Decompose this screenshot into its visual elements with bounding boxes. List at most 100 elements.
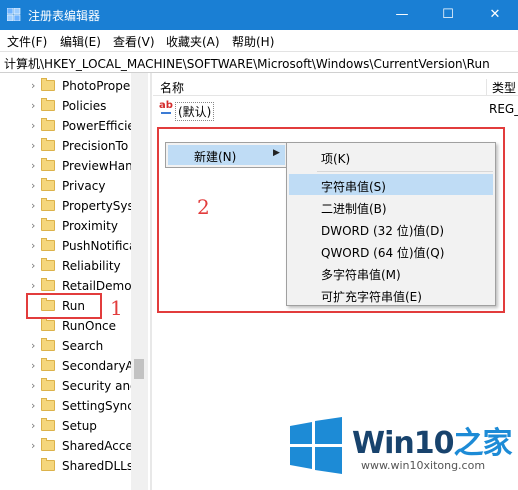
folder-icon xyxy=(41,218,55,231)
tree-item[interactable]: › Security and xyxy=(0,376,150,396)
pane-splitter[interactable] xyxy=(150,73,152,490)
folder-icon xyxy=(41,178,55,191)
folder-icon xyxy=(41,418,55,431)
chevron-right-icon[interactable]: › xyxy=(31,239,35,252)
value-type: REG_ xyxy=(489,102,518,116)
folder-icon xyxy=(41,458,55,471)
tree-item[interactable]: › PropertySys xyxy=(0,196,150,216)
folder-icon xyxy=(41,198,55,211)
chevron-right-icon[interactable]: › xyxy=(31,79,35,92)
tree-item[interactable]: › Reliability xyxy=(0,256,150,276)
tree-item[interactable]: RunOnce xyxy=(0,316,150,336)
folder-icon xyxy=(41,118,55,131)
tree-item-label: SettingSync xyxy=(62,399,134,413)
annotation-step-1: 1 xyxy=(110,296,123,320)
tree-item[interactable]: › SharedAcce xyxy=(0,436,150,456)
tree-item[interactable]: › SettingSync xyxy=(0,396,150,416)
chevron-right-icon[interactable]: › xyxy=(31,339,35,352)
title-bar: 注册表编辑器 — ☐ ✕ xyxy=(0,0,518,30)
tree-item[interactable]: › Search xyxy=(0,336,150,356)
registry-icon xyxy=(7,8,21,21)
chevron-right-icon[interactable]: › xyxy=(31,159,35,172)
folder-icon xyxy=(41,358,55,371)
string-value-icon: ab xyxy=(159,100,173,114)
folder-icon xyxy=(41,258,55,271)
chevron-right-icon[interactable]: › xyxy=(31,119,35,132)
chevron-right-icon[interactable]: › xyxy=(31,99,35,112)
folder-icon xyxy=(41,378,55,391)
tree-item-label: SecondaryA xyxy=(62,359,134,373)
address-bar[interactable]: 计算机\HKEY_LOCAL_MACHINE\SOFTWARE\Microsof… xyxy=(0,51,518,73)
address-path[interactable]: 计算机\HKEY_LOCAL_MACHINE\SOFTWARE\Microsof… xyxy=(4,55,490,72)
tree-scrollbar[interactable] xyxy=(131,73,148,490)
tree-item[interactable]: › Privacy xyxy=(0,176,150,196)
menu-help[interactable]: 帮助(H) xyxy=(232,33,274,50)
folder-icon xyxy=(41,158,55,171)
chevron-right-icon[interactable]: › xyxy=(31,439,35,452)
minimize-button[interactable]: — xyxy=(379,0,425,30)
chevron-right-icon[interactable]: › xyxy=(31,139,35,152)
chevron-right-icon[interactable]: › xyxy=(31,199,35,212)
folder-icon xyxy=(41,98,55,111)
menu-view[interactable]: 查看(V) xyxy=(113,33,155,50)
folder-icon xyxy=(41,278,55,291)
folder-icon xyxy=(41,318,55,331)
tree-item[interactable]: › PreviewHan xyxy=(0,156,150,176)
tree-item[interactable]: › Setup xyxy=(0,416,150,436)
chevron-right-icon[interactable]: › xyxy=(31,359,35,372)
tree-item[interactable]: › Policies xyxy=(0,96,150,116)
tree-item-label: Search xyxy=(62,339,104,353)
folder-icon xyxy=(41,238,55,251)
windows-logo-icon xyxy=(290,417,342,474)
chevron-right-icon[interactable]: › xyxy=(31,179,35,192)
menu-favorites[interactable]: 收藏夹(A) xyxy=(166,33,220,50)
tree-item-label: PrecisionTo xyxy=(62,139,129,153)
column-header: 名称 类型 xyxy=(153,73,518,96)
annotation-box-menu xyxy=(157,127,505,313)
scrollbar-thumb[interactable] xyxy=(134,359,144,379)
folder-icon xyxy=(41,398,55,411)
tree-item-label: Policies xyxy=(62,99,107,113)
tree-item-label: Setup xyxy=(62,419,97,433)
chevron-right-icon[interactable]: › xyxy=(31,379,35,392)
tree-item[interactable]: › PhotoPrope xyxy=(0,76,150,96)
tree-pane: › PhotoPrope › Policies › PowerEfficie › Precis… xyxy=(0,73,150,490)
tree-item-label: PushNotifica xyxy=(62,239,137,253)
menu-file[interactable]: 文件(F) xyxy=(7,33,47,50)
tree-item[interactable]: › PushNotifica xyxy=(0,236,150,256)
chevron-right-icon[interactable]: › xyxy=(31,259,35,272)
chevron-right-icon[interactable]: › xyxy=(31,399,35,412)
annotation-step-2: 2 xyxy=(197,195,210,219)
tree-item[interactable]: › Proximity xyxy=(0,216,150,236)
column-type[interactable]: 类型 xyxy=(486,79,516,96)
tree-item[interactable]: › SecondaryA xyxy=(0,356,150,376)
tree-item[interactable]: SharedDLLs xyxy=(0,456,150,476)
tree-item-label: RunOnce xyxy=(62,319,117,333)
menu-edit[interactable]: 编辑(E) xyxy=(60,33,101,50)
tree-item-label: RetailDemo xyxy=(62,279,132,293)
tree-item-label: PowerEfficie xyxy=(62,119,135,133)
folder-icon xyxy=(41,438,55,451)
watermark-brand: Win10之家 xyxy=(352,418,512,462)
window-title: 注册表编辑器 xyxy=(28,9,101,23)
watermark-brand-accent: 之家 xyxy=(453,426,512,461)
tree-item[interactable]: › PrecisionTo xyxy=(0,136,150,156)
folder-icon xyxy=(41,138,55,151)
tree-item-label: Privacy xyxy=(62,179,106,193)
column-name[interactable]: 名称 xyxy=(160,79,184,96)
chevron-right-icon[interactable]: › xyxy=(31,279,35,292)
tree-item-label: PropertySys xyxy=(62,199,134,213)
menu-bar: 文件(F) 编辑(E) 查看(V) 收藏夹(A) 帮助(H) xyxy=(0,30,518,51)
annotation-box-run xyxy=(26,293,102,319)
chevron-right-icon[interactable]: › xyxy=(31,219,35,232)
watermark-url: www.win10xitong.com xyxy=(361,459,486,472)
folder-icon xyxy=(41,78,55,91)
close-button[interactable]: ✕ xyxy=(472,0,518,30)
value-row[interactable]: ab (默认) REG_ xyxy=(153,100,518,121)
maximize-button[interactable]: ☐ xyxy=(425,0,471,30)
value-name: (默认) xyxy=(175,102,215,121)
chevron-right-icon[interactable]: › xyxy=(31,419,35,432)
tree-item-label: Security and xyxy=(62,379,138,393)
tree-item-label: SharedDLLs xyxy=(62,459,134,473)
tree-item[interactable]: › PowerEfficie xyxy=(0,116,150,136)
